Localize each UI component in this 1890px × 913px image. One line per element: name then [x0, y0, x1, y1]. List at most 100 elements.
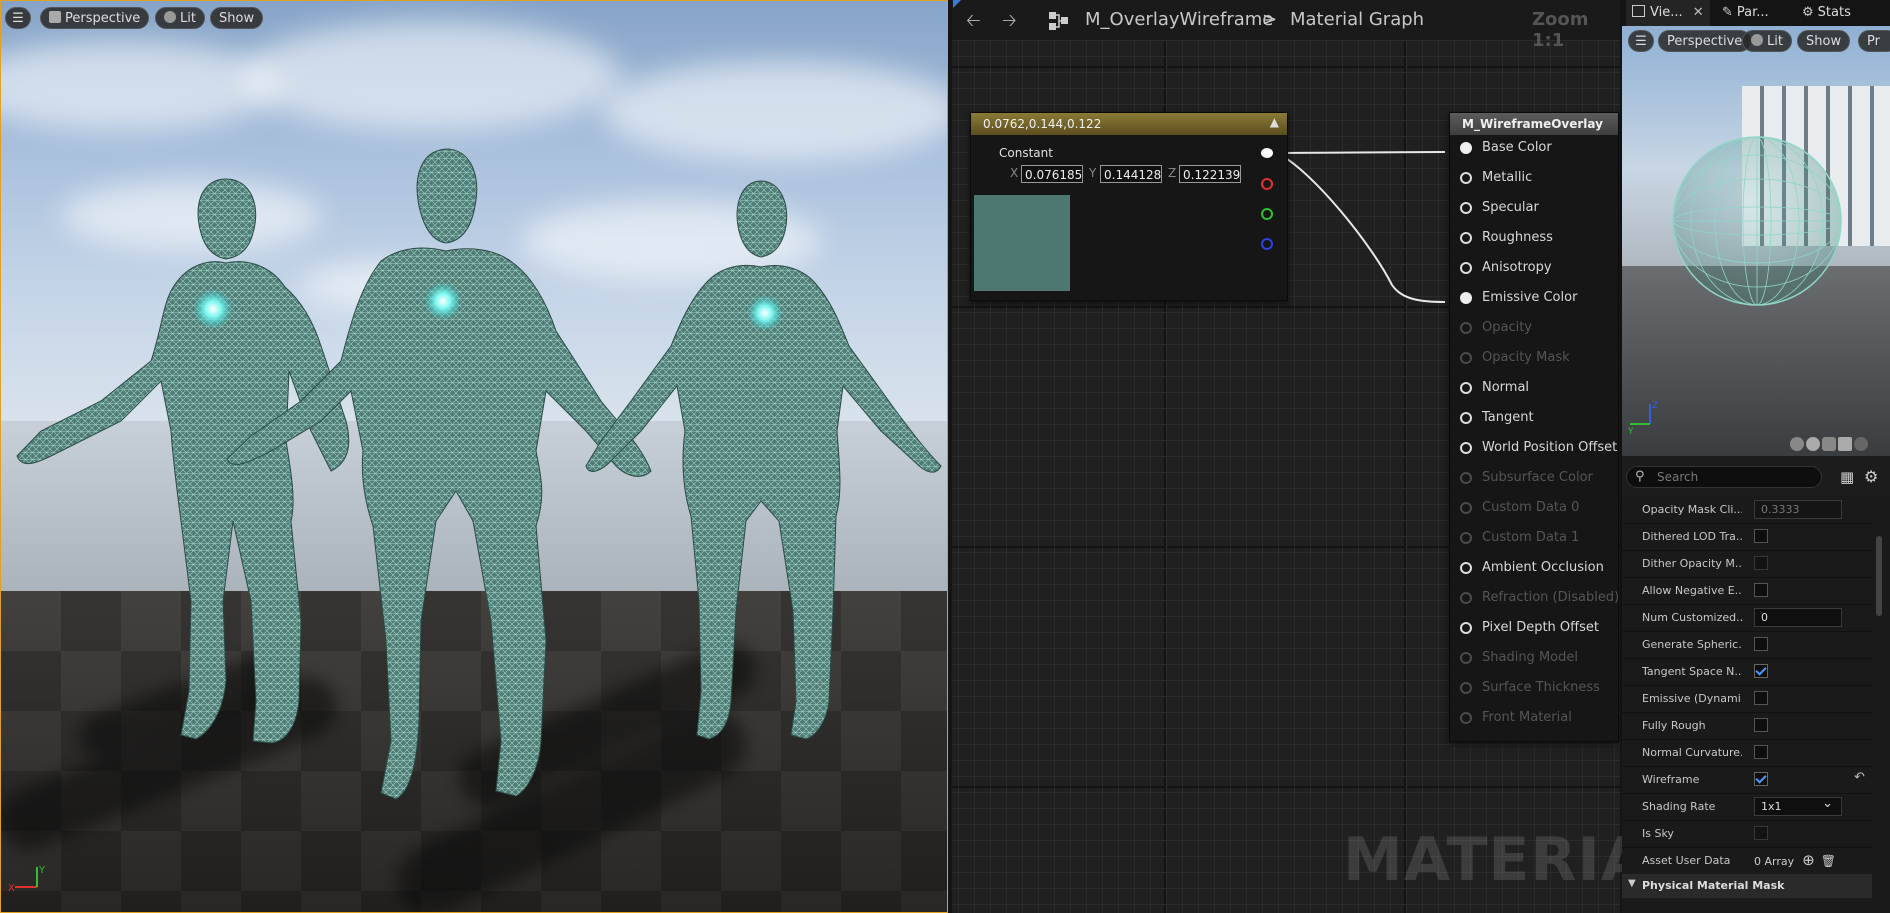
table-view-icon[interactable]: ▦: [1840, 468, 1854, 486]
input-pin: [1460, 322, 1472, 334]
property-checkbox[interactable]: [1754, 556, 1768, 570]
property-row: Normal Curvature...: [1622, 739, 1872, 767]
asset-breadcrumb[interactable]: M_OverlayWireframe: [1085, 9, 1273, 30]
tab-parameters[interactable]: ✎ Par...: [1714, 0, 1792, 26]
input-pin-label: Base Color: [1482, 140, 1552, 155]
node-header[interactable]: 0.0762,0.144,0.122 ▲: [971, 113, 1287, 135]
tab-viewport[interactable]: Vie... ✕: [1626, 0, 1710, 26]
input-pin[interactable]: [1460, 562, 1472, 574]
property-checkbox[interactable]: [1754, 772, 1768, 786]
output-pin-b[interactable]: [1261, 238, 1273, 250]
input-pin[interactable]: [1460, 142, 1472, 154]
chevron-down-icon: ⌄: [1822, 796, 1833, 811]
output-pin-r[interactable]: [1261, 178, 1273, 190]
material-result-node[interactable]: M_WireframeOverlay Base Color Metallic Spe…: [1449, 112, 1619, 742]
input-pin[interactable]: [1460, 622, 1472, 634]
plane-preview-icon[interactable]: [1822, 437, 1836, 451]
property-row: Emissive (Dynami...: [1622, 685, 1872, 713]
level-viewport[interactable]: ☰ Perspective Lit Show Y X: [0, 0, 948, 913]
details-scrollbar[interactable]: [1876, 536, 1882, 616]
search-icon: ⚲: [1635, 469, 1645, 484]
input-pin[interactable]: [1460, 382, 1472, 394]
hamburger-icon: ☰: [12, 11, 24, 26]
input-pin-label: Pixel Depth Offset: [1482, 620, 1599, 635]
property-input[interactable]: 0.3333: [1754, 500, 1842, 519]
property-checkbox[interactable]: [1754, 637, 1768, 651]
property-row: Dithered LOD Tra...: [1622, 523, 1872, 551]
tab-stats[interactable]: ⚙ Stats: [1794, 0, 1874, 26]
property-checkbox[interactable]: [1754, 718, 1768, 732]
preview-menu-button[interactable]: ☰: [1628, 30, 1654, 52]
material-preview-viewport[interactable]: ☰ Perspective Lit Show Pr Z Y: [1622, 26, 1890, 456]
graph-breadcrumb[interactable]: Material Graph: [1290, 9, 1424, 30]
cylinder-preview-icon[interactable]: [1790, 437, 1804, 451]
character-left[interactable]: [16, 178, 350, 744]
property-row: Dither Opacity M...: [1622, 550, 1872, 578]
property-checkbox[interactable]: [1754, 826, 1768, 840]
stats-icon: ⚙: [1802, 5, 1814, 20]
forward-arrow-icon[interactable]: 🡢: [1002, 8, 1017, 38]
property-checkbox[interactable]: [1754, 583, 1768, 597]
property-label: Shading Rate: [1642, 800, 1716, 813]
viewport-menu-button[interactable]: ☰: [5, 7, 31, 29]
z-value-input[interactable]: 0.122139: [1179, 165, 1241, 183]
input-pin[interactable]: [1460, 262, 1472, 274]
lit-button[interactable]: Lit: [155, 7, 205, 29]
input-pin-label: World Position Offset: [1482, 440, 1618, 455]
svg-text:X: X: [8, 883, 15, 894]
input-pin: [1460, 502, 1472, 514]
search-input[interactable]: ⚲ Search: [1626, 466, 1822, 488]
sphere-icon: [164, 11, 176, 23]
property-checkbox[interactable]: [1754, 664, 1768, 678]
input-pin[interactable]: [1460, 202, 1472, 214]
preview-show-button[interactable]: Show: [1797, 30, 1851, 52]
property-label: Allow Negative E...: [1642, 584, 1742, 597]
close-tab-icon[interactable]: ✕: [1693, 5, 1704, 20]
back-arrow-icon[interactable]: 🡠: [966, 8, 981, 38]
output-pin-g[interactable]: [1261, 208, 1273, 220]
reset-to-default-icon[interactable]: ↶: [1854, 770, 1865, 785]
property-checkbox[interactable]: [1754, 745, 1768, 759]
y-value-input[interactable]: 0.144128: [1100, 165, 1162, 183]
breadcrumb-separator: >: [1262, 9, 1278, 30]
input-pin[interactable]: [1460, 412, 1472, 424]
property-input[interactable]: 0: [1754, 608, 1842, 627]
node-title: 0.0762,0.144,0.122: [983, 117, 1102, 131]
property-label: Generate Spheric...: [1642, 638, 1742, 651]
graph-hierarchy-icon[interactable]: [1048, 11, 1070, 31]
property-label: Tangent Space N...: [1642, 665, 1742, 678]
input-pin[interactable]: [1460, 172, 1472, 184]
property-checkbox[interactable]: [1754, 529, 1768, 543]
expand-arrow-icon: ▼: [1628, 878, 1636, 889]
x-value-input[interactable]: 0.076185: [1021, 165, 1083, 183]
settings-gear-icon[interactable]: ⚙: [1864, 467, 1878, 486]
node-header[interactable]: M_WireframeOverlay: [1450, 113, 1618, 135]
input-pin[interactable]: [1460, 442, 1472, 454]
collapse-icon[interactable]: ▲: [1270, 115, 1279, 129]
section-header-physical-material-mask[interactable]: ▼ Physical Material Mask: [1622, 874, 1872, 898]
perspective-button[interactable]: Perspective: [40, 7, 150, 29]
show-button[interactable]: Show: [210, 7, 264, 29]
input-pin-label: Opacity Mask: [1482, 350, 1570, 365]
input-pin: [1460, 532, 1472, 544]
shading-rate-dropdown[interactable]: 1x1 ⌄: [1754, 796, 1842, 816]
output-pin-rgb[interactable]: [1261, 148, 1273, 158]
sphere-preview-icon[interactable]: [1806, 437, 1820, 451]
constant3vector-node[interactable]: 0.0762,0.144,0.122 ▲ Constant X 0.076185…: [970, 112, 1288, 301]
preview-lit-button[interactable]: Lit: [1742, 30, 1792, 52]
property-checkbox[interactable]: [1754, 691, 1768, 705]
input-pin[interactable]: [1460, 292, 1472, 304]
delete-array-icon[interactable]: 🗑: [1821, 854, 1836, 868]
preview-more-button[interactable]: Pr: [1858, 30, 1890, 52]
preview-perspective-button[interactable]: Perspective: [1658, 30, 1752, 52]
property-row: Is Sky: [1622, 820, 1872, 848]
property-label: Dither Opacity M...: [1642, 557, 1742, 570]
array-control: 0 Array ⊕ 🗑: [1754, 851, 1836, 869]
input-pin-label: Emissive Color: [1482, 290, 1578, 305]
teapot-preview-icon[interactable]: [1854, 437, 1868, 451]
cube-preview-icon[interactable]: [1838, 437, 1852, 451]
input-pin[interactable]: [1460, 232, 1472, 244]
preview-axis-gizmo-icon: Z Y: [1627, 401, 1658, 436]
add-element-icon[interactable]: ⊕: [1802, 851, 1815, 869]
input-pin-label: Front Material: [1482, 710, 1572, 725]
